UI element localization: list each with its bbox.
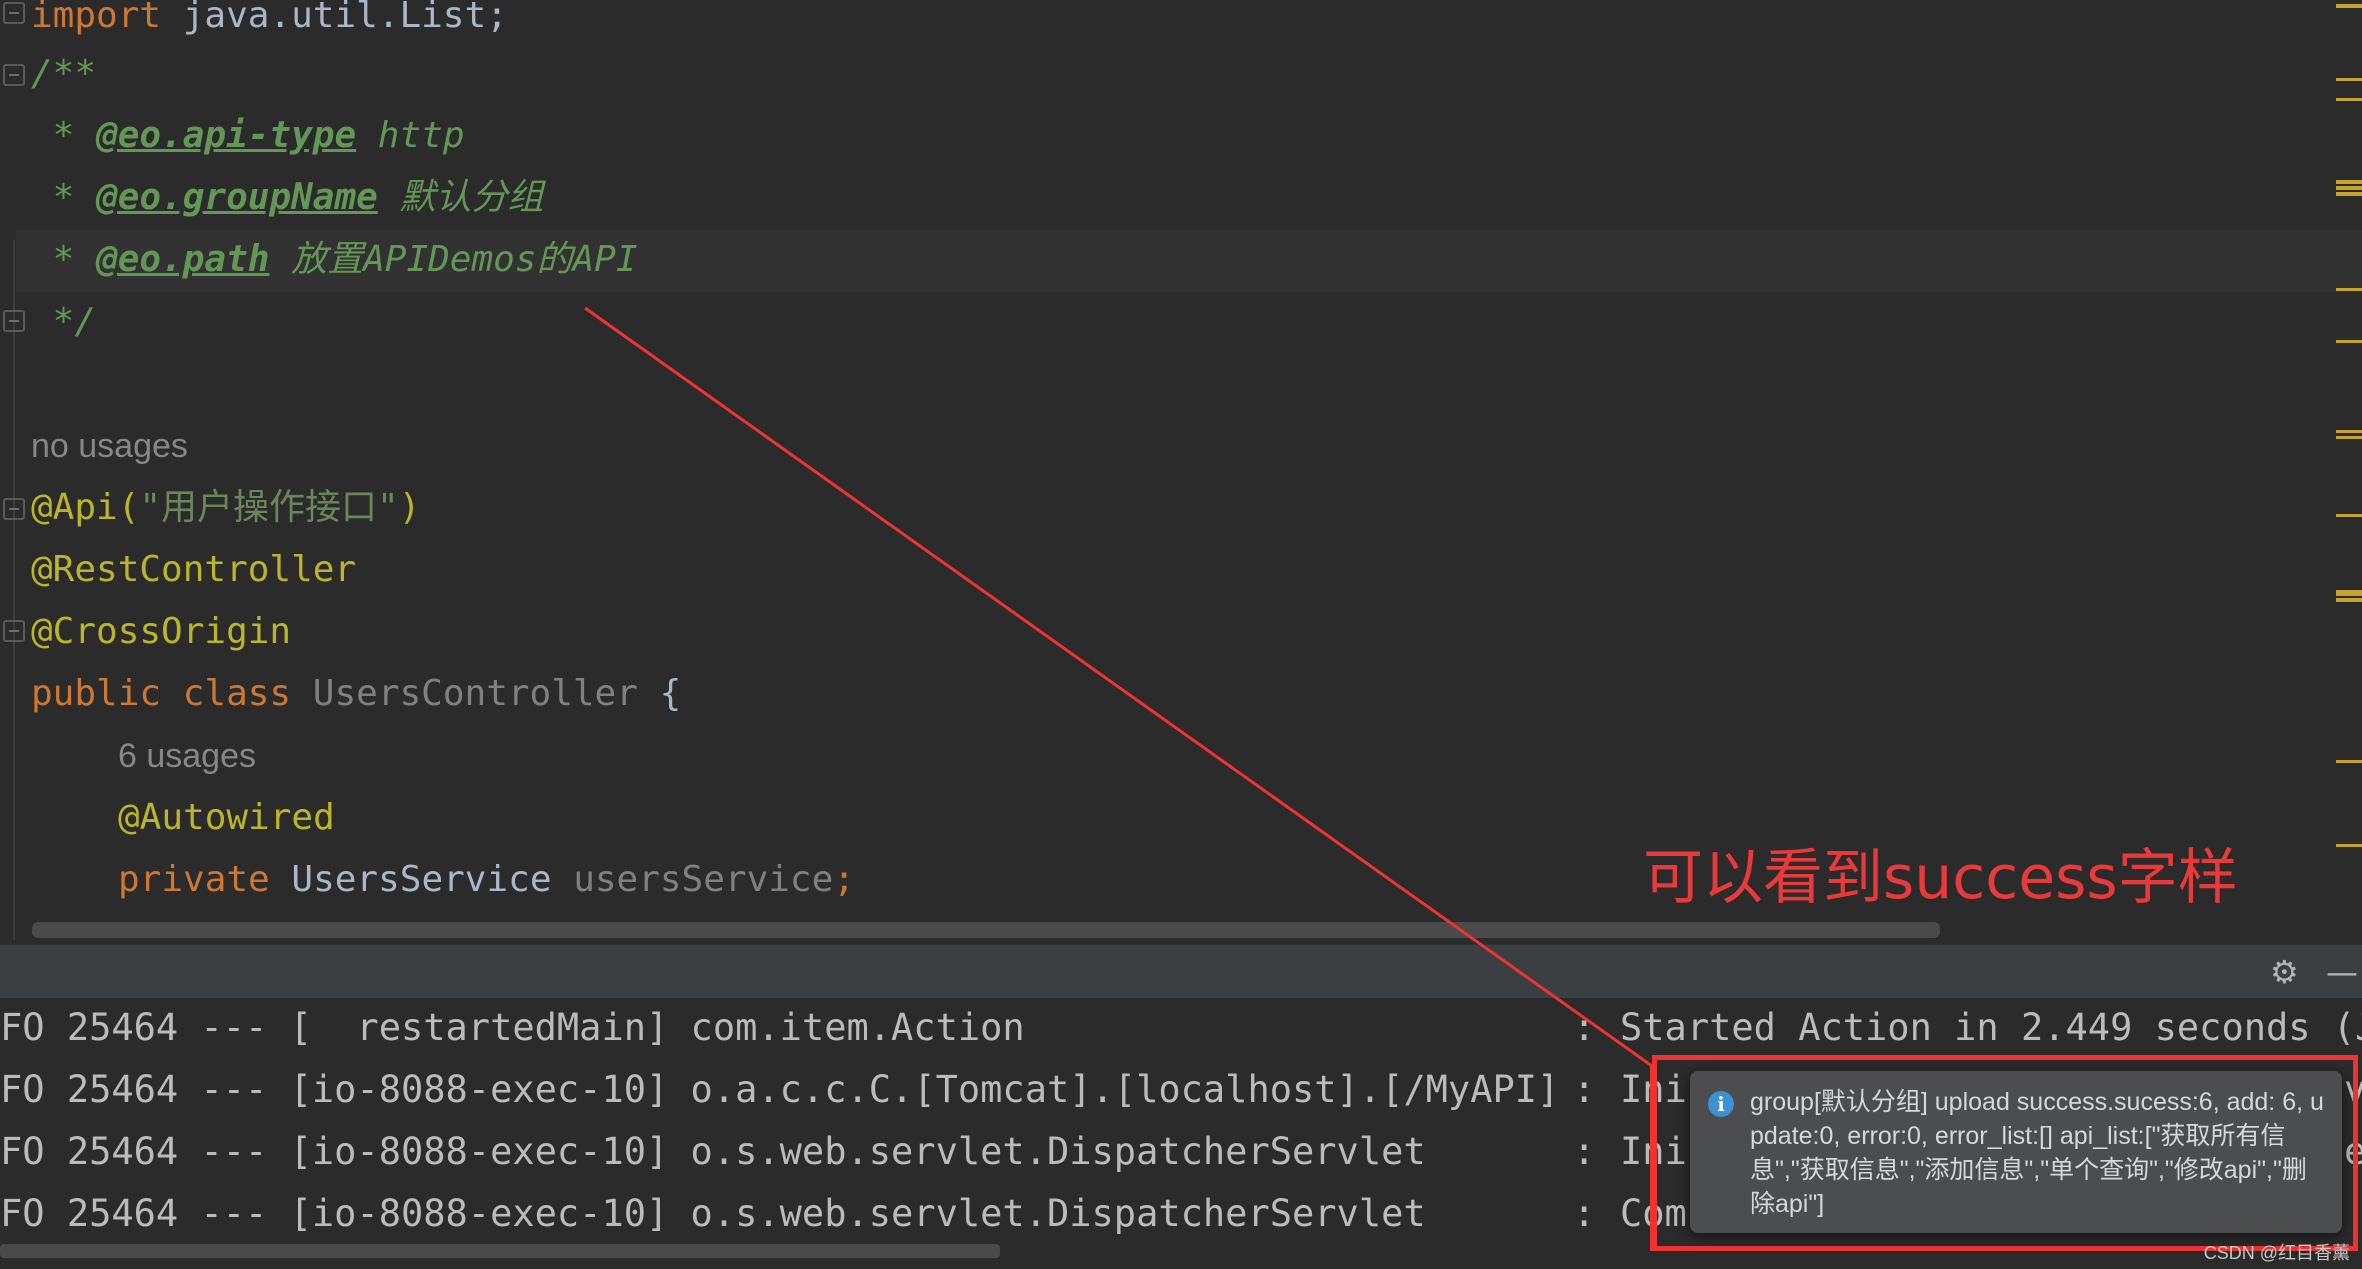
keyword: import bbox=[31, 0, 162, 36]
doc-star: * bbox=[31, 177, 97, 218]
error-stripe-mark[interactable] bbox=[2336, 592, 2362, 596]
code-editor[interactable]: import java.util.List; /** * @eo.api-typ… bbox=[0, 0, 2362, 944]
doc-line-path: * @eo.path 放置APIDemos的API bbox=[31, 238, 638, 282]
fold-icon[interactable] bbox=[3, 64, 25, 86]
code-line-autowired: @Autowired bbox=[118, 797, 335, 838]
log-message: Started Action in 2.449 seconds (J bbox=[1620, 1006, 2362, 1049]
gear-icon[interactable]: ⚙ bbox=[2270, 953, 2299, 991]
log-line: FO 25464 --- [io-8088-exec-10] o.s.web.s… bbox=[0, 1130, 1426, 1174]
class-name: UsersController bbox=[312, 673, 638, 714]
doc-comment-open: /** bbox=[31, 53, 97, 94]
annotation-caption: 可以看到success字样 bbox=[1643, 843, 2238, 913]
error-stripe-mark[interactable] bbox=[2336, 760, 2362, 763]
run-tool-window-header: ⚙ — bbox=[0, 944, 2362, 999]
log-separator: : bbox=[1573, 1006, 1596, 1049]
fold-icon[interactable] bbox=[3, 498, 25, 520]
log-separator: : bbox=[1573, 1130, 1596, 1173]
error-stripe-mark[interactable] bbox=[2336, 844, 2362, 847]
log-line: FO 25464 --- [io-8088-exec-10] o.a.c.c.C… bbox=[0, 1068, 1559, 1112]
doc-star: * bbox=[31, 239, 97, 280]
string-literal: "用户操作接口" bbox=[139, 487, 399, 528]
keyword: private bbox=[118, 859, 270, 900]
error-stripe-mark[interactable] bbox=[2336, 186, 2362, 190]
log-source: FO 25464 --- [io-8088-exec-10] o.a.c.c.C… bbox=[0, 1068, 1560, 1111]
keyword: class bbox=[182, 673, 292, 714]
semicolon: ; bbox=[833, 859, 855, 900]
code-line-class-decl: public class UsersController { bbox=[31, 672, 681, 716]
error-stripe-mark[interactable] bbox=[2336, 340, 2362, 343]
error-stripe-mark[interactable] bbox=[2336, 180, 2362, 184]
type-name: UsersService bbox=[291, 859, 552, 900]
fold-icon[interactable] bbox=[3, 2, 25, 24]
code-line-rest-controller: @RestController bbox=[31, 549, 357, 590]
code-line-cross-origin: @CrossOrigin bbox=[31, 611, 292, 652]
usage-hint[interactable]: 6 usages bbox=[118, 734, 256, 778]
error-stripe-mark[interactable] bbox=[2336, 288, 2362, 291]
error-stripe-mark[interactable] bbox=[2336, 98, 2362, 101]
doc-comment-close: */ bbox=[31, 301, 97, 342]
annotation-close: ) bbox=[398, 487, 421, 528]
gutter-guide bbox=[13, 240, 15, 940]
error-stripe-mark[interactable] bbox=[2336, 598, 2362, 602]
editor-horizontal-scrollbar[interactable] bbox=[32, 922, 1940, 938]
doc-value: http bbox=[356, 115, 465, 156]
doc-tag: @eo.path bbox=[96, 239, 270, 280]
log-separator: : bbox=[1573, 1192, 1596, 1235]
doc-tag: @eo.api-type bbox=[96, 115, 357, 156]
fold-icon[interactable] bbox=[3, 620, 25, 642]
error-stripe-mark[interactable] bbox=[2336, 4, 2362, 8]
log-line: FO 25464 --- [io-8088-exec-10] o.s.web.s… bbox=[0, 1192, 1426, 1236]
log-source: FO 25464 --- [io-8088-exec-10] o.s.web.s… bbox=[0, 1130, 1426, 1173]
usage-hint[interactable]: no usages bbox=[31, 424, 188, 468]
brace: { bbox=[659, 673, 682, 714]
keyword: public bbox=[31, 673, 162, 714]
doc-tag: @eo.groupName bbox=[96, 177, 378, 218]
code-line-field-decl: private UsersService usersService; bbox=[118, 858, 855, 902]
watermark: CSDN @红目香薰 bbox=[2203, 1243, 2350, 1263]
console-horizontal-scrollbar[interactable] bbox=[0, 1244, 1000, 1258]
doc-value: 放置APIDemos的API bbox=[269, 239, 638, 280]
info-icon: i bbox=[1708, 1091, 1734, 1117]
doc-value: 默认分组 bbox=[377, 177, 544, 218]
import-path: java.util.List; bbox=[161, 0, 508, 36]
log-source: FO 25464 --- [io-8088-exec-10] o.s.web.s… bbox=[0, 1192, 1426, 1235]
error-stripe-mark[interactable] bbox=[2336, 514, 2362, 517]
code-line-api: @Api("用户操作接口") bbox=[31, 486, 420, 530]
fold-icon[interactable] bbox=[3, 310, 25, 332]
error-stripe-mark[interactable] bbox=[2336, 78, 2362, 81]
notification-message: group[默认分组] upload success.sucess:6, add… bbox=[1750, 1088, 2324, 1218]
notification-balloon[interactable]: i group[默认分组] upload success.sucess:6, a… bbox=[1690, 1071, 2342, 1233]
doc-star: * bbox=[31, 115, 97, 156]
log-source: FO 25464 --- [ restartedMain] com.item.A… bbox=[0, 1006, 1025, 1049]
error-stripe-mark[interactable] bbox=[2336, 430, 2362, 433]
field-name: usersService bbox=[573, 859, 834, 900]
annotation: @Api( bbox=[31, 487, 140, 528]
minimize-icon[interactable]: — bbox=[2326, 953, 2358, 991]
doc-line-group-name: * @eo.groupName 默认分组 bbox=[31, 176, 544, 220]
error-stripe-mark[interactable] bbox=[2336, 436, 2362, 439]
log-separator: : bbox=[1573, 1068, 1596, 1111]
doc-line-api-type: * @eo.api-type http bbox=[31, 114, 465, 158]
error-stripe-mark[interactable] bbox=[2336, 192, 2362, 196]
log-line: FO 25464 --- [ restartedMain] com.item.A… bbox=[0, 1006, 1025, 1050]
code-line-import: import java.util.List; bbox=[31, 0, 508, 38]
